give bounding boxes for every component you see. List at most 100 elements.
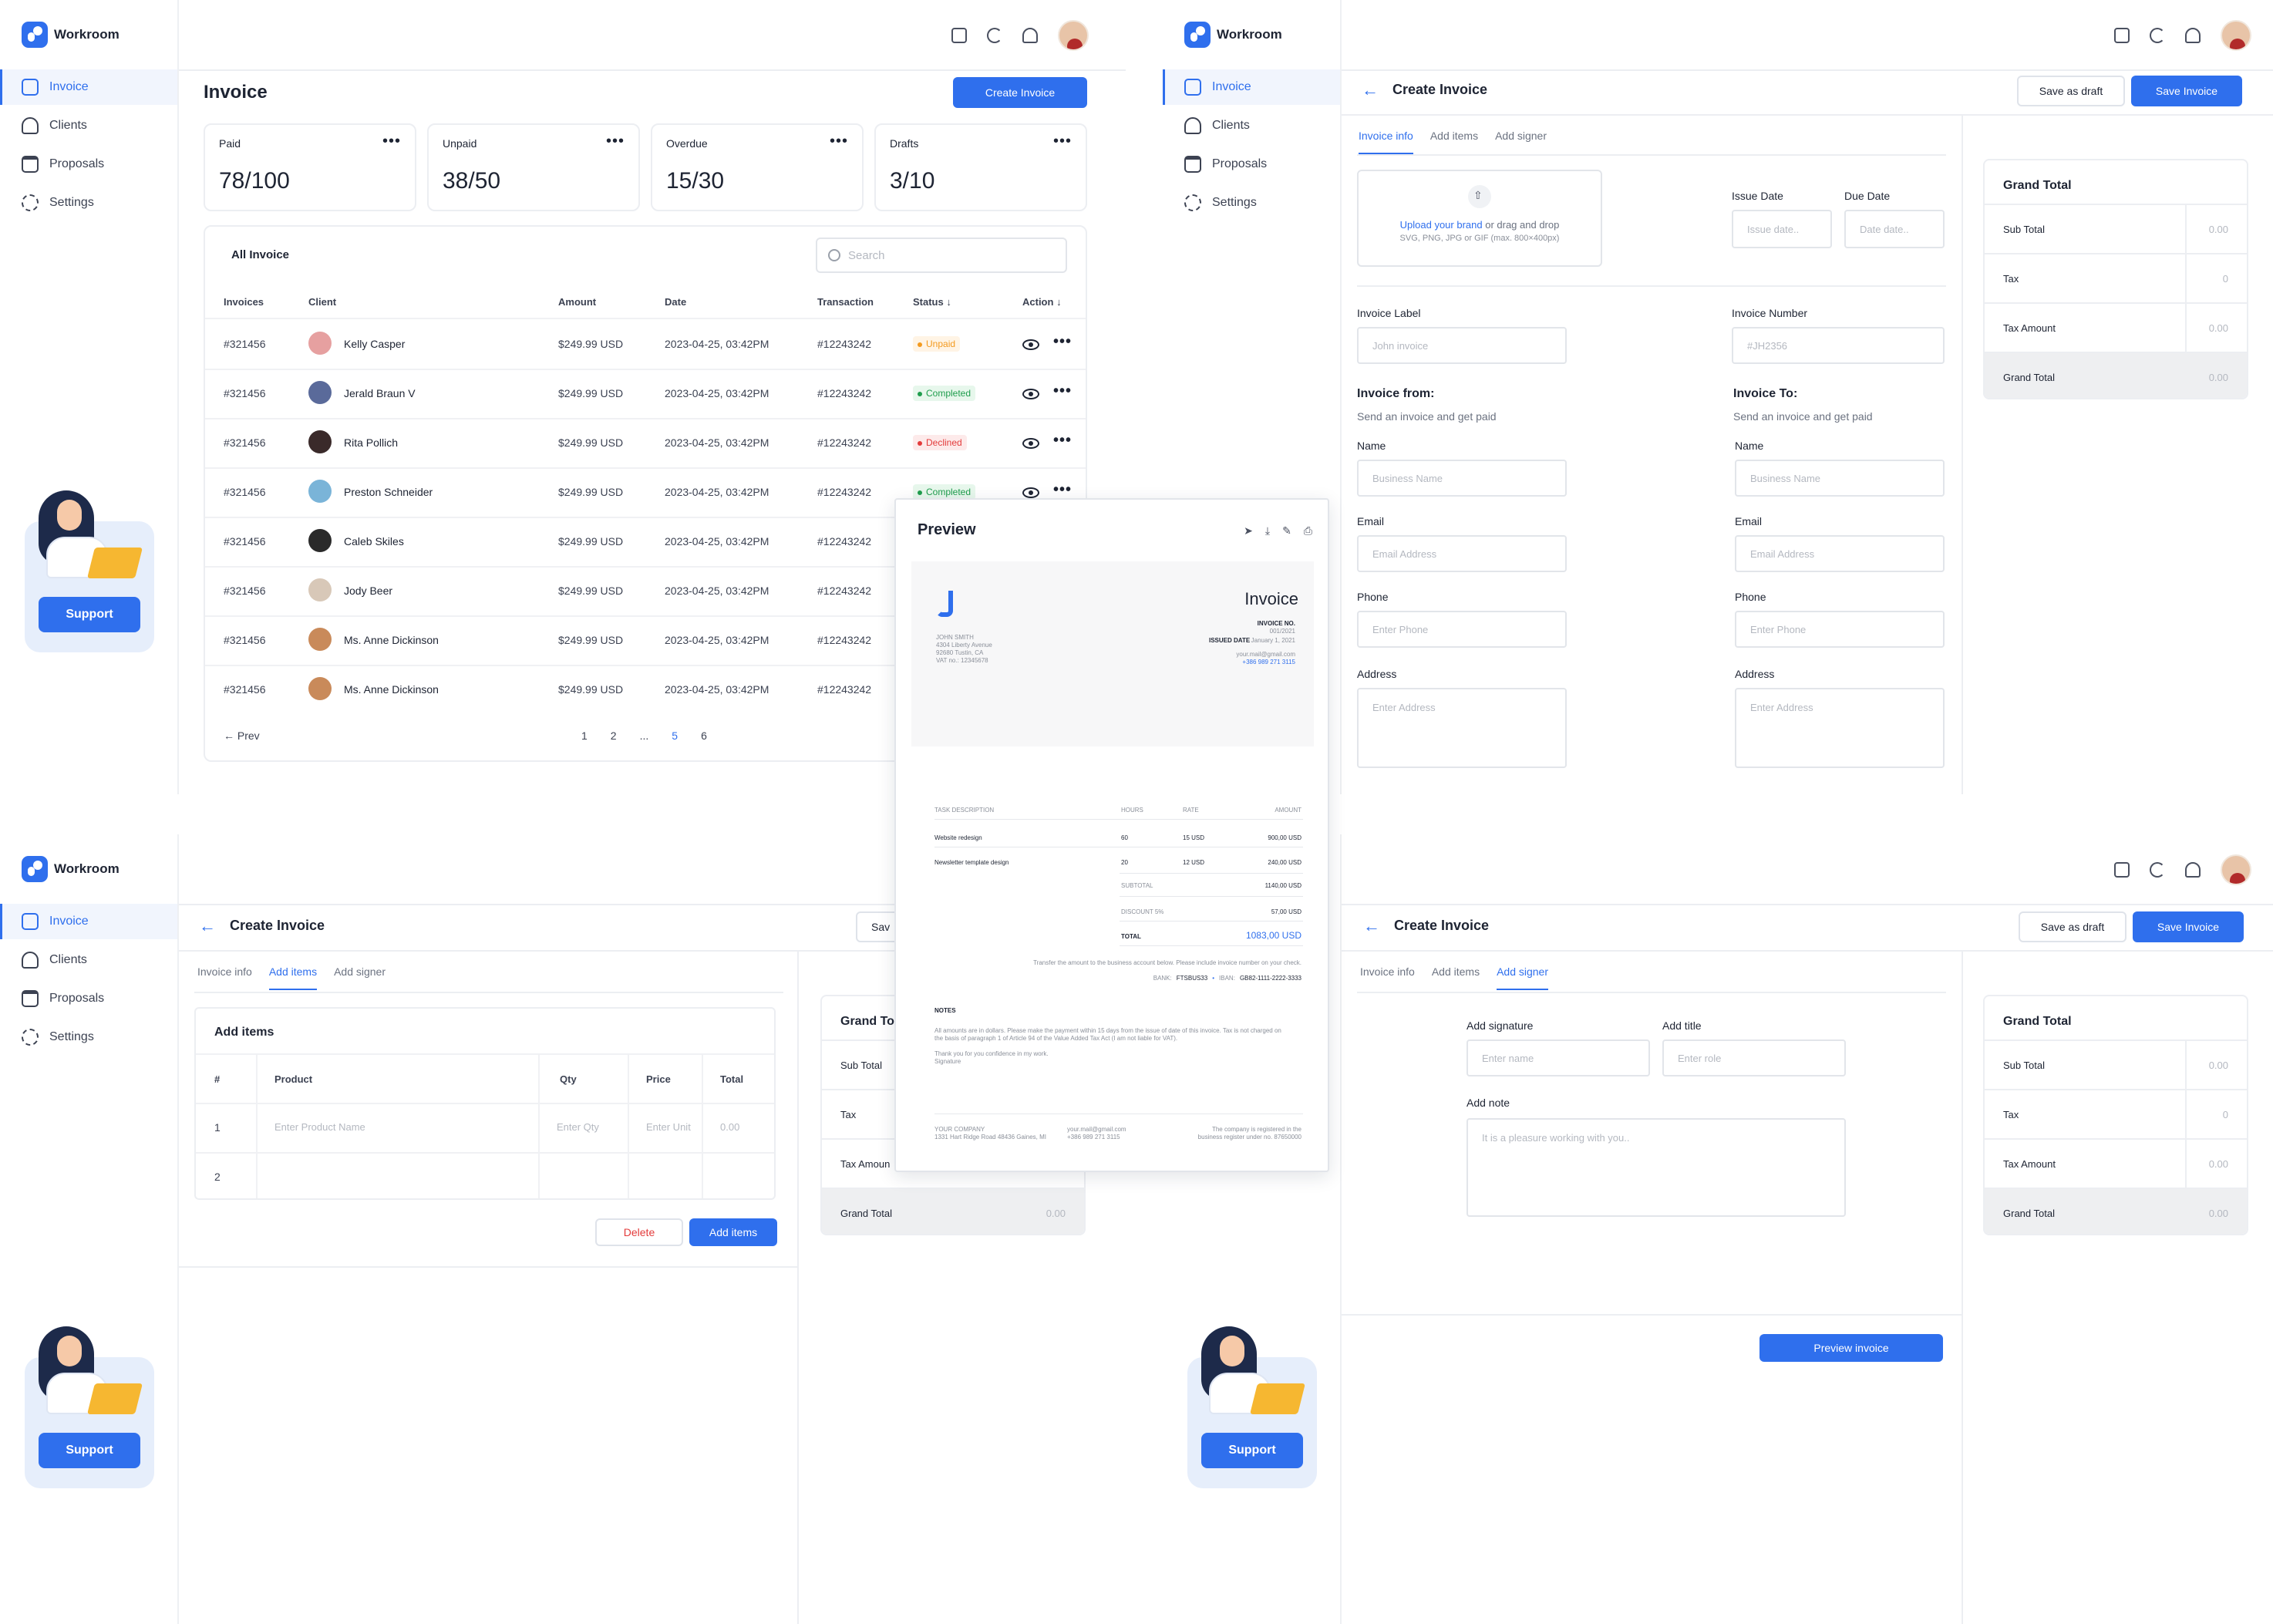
delete-button[interactable]: Delete — [595, 1218, 683, 1246]
save-draft-button[interactable]: Save as draft — [2017, 76, 2125, 106]
from-name-input[interactable]: Business Name — [1357, 460, 1567, 497]
user-avatar[interactable] — [2221, 854, 2251, 885]
app-logo[interactable]: Workroom — [22, 856, 120, 882]
unit-price-input[interactable]: Enter Unit — [646, 1121, 691, 1133]
preview-invoice-button[interactable]: Preview invoice — [1759, 1334, 1943, 1362]
invoice-id[interactable]: #321456 — [224, 585, 266, 597]
tab-add-signer[interactable]: Add signer — [334, 965, 386, 990]
tab-add-signer[interactable]: Add signer — [1497, 965, 1549, 990]
sidebar-item-clients[interactable]: Clients — [0, 942, 177, 978]
tab-invoice-info[interactable]: Invoice info — [1359, 130, 1413, 154]
back-arrow-icon[interactable]: ← — [1363, 916, 1380, 936]
back-arrow-icon[interactable]: ← — [1362, 80, 1379, 100]
signature-input[interactable]: Enter name — [1467, 1039, 1650, 1076]
invoice-id[interactable]: #321456 — [224, 486, 266, 498]
col-status[interactable]: Status ↓ — [913, 296, 951, 308]
sidebar-item-clients[interactable]: Clients — [0, 108, 177, 143]
tab-invoice-info[interactable]: Invoice info — [197, 965, 252, 990]
note-textarea[interactable]: It is a pleasure working with you.. — [1467, 1118, 1846, 1217]
invoice-id[interactable]: #321456 — [224, 338, 266, 350]
invoice-id[interactable]: #321456 — [224, 634, 266, 646]
upload-dropzone[interactable]: ⇧ Upload your brand or drag and drop SVG… — [1357, 170, 1602, 267]
title-input[interactable]: Enter role — [1662, 1039, 1846, 1076]
support-button[interactable]: Support — [39, 1433, 140, 1468]
bell-icon[interactable] — [1022, 28, 1038, 43]
support-button[interactable]: Support — [39, 597, 140, 632]
download-icon[interactable]: ⤓ — [1265, 524, 1270, 537]
page-5[interactable]: 5 — [672, 729, 678, 742]
tab-invoice-info[interactable]: Invoice info — [1360, 965, 1415, 990]
sidebar-item-proposals[interactable]: Proposals — [1163, 147, 1340, 182]
sidebar-item-proposals[interactable]: Proposals — [0, 981, 177, 1016]
back-arrow-icon[interactable]: ← — [199, 916, 216, 936]
from-phone-input[interactable]: Enter Phone — [1357, 611, 1567, 648]
eye-icon[interactable] — [1022, 339, 1039, 350]
to-name-input[interactable]: Business Name — [1735, 460, 1945, 497]
user-avatar[interactable] — [1058, 20, 1089, 51]
sidebar-item-proposals[interactable]: Proposals — [0, 147, 177, 182]
fullscreen-icon[interactable] — [951, 28, 967, 43]
fullscreen-icon[interactable] — [2114, 28, 2130, 43]
page-2[interactable]: 2 — [611, 729, 617, 742]
add-items-button[interactable]: Add items — [689, 1218, 777, 1246]
invoice-label-input[interactable]: John invoice — [1357, 327, 1567, 364]
from-email-input[interactable]: Email Address — [1357, 535, 1567, 572]
eye-icon[interactable] — [1022, 389, 1039, 399]
more-icon[interactable]: ••• — [1053, 333, 1072, 351]
eye-icon[interactable] — [1022, 438, 1039, 449]
col-action[interactable]: Action ↓ — [1022, 296, 1062, 308]
to-phone-input[interactable]: Enter Phone — [1735, 611, 1945, 648]
sidebar-item-invoice[interactable]: Invoice — [1163, 69, 1340, 105]
page-1[interactable]: 1 — [581, 729, 588, 742]
sidebar-item-settings[interactable]: Settings — [1163, 185, 1340, 221]
save-invoice-button[interactable]: Save Invoice — [2133, 911, 2244, 942]
prev-button[interactable]: ← Prev — [224, 729, 260, 742]
support-button[interactable]: Support — [1201, 1433, 1303, 1468]
more-icon[interactable]: ••• — [1053, 432, 1072, 450]
bell-icon[interactable] — [2185, 28, 2201, 43]
more-icon[interactable]: ••• — [1053, 133, 1072, 150]
tab-add-signer[interactable]: Add signer — [1495, 130, 1547, 154]
upload-link[interactable]: Upload your brand — [1400, 219, 1483, 231]
tab-add-items[interactable]: Add items — [1430, 130, 1478, 154]
tab-add-items[interactable]: Add items — [1432, 965, 1480, 990]
save-draft-button[interactable]: Save as draft — [2019, 911, 2127, 942]
sidebar-item-invoice[interactable]: Invoice — [0, 69, 177, 105]
issue-date-input[interactable]: Issue date.. — [1732, 210, 1832, 248]
user-avatar[interactable] — [2221, 20, 2251, 51]
app-logo[interactable]: Workroom — [22, 22, 120, 48]
invoice-id[interactable]: #321456 — [224, 436, 266, 449]
sidebar-item-clients[interactable]: Clients — [1163, 108, 1340, 143]
more-icon[interactable]: ••• — [382, 133, 401, 150]
to-email-input[interactable]: Email Address — [1735, 535, 1945, 572]
bell-icon[interactable] — [2185, 862, 2201, 878]
sidebar-item-settings[interactable]: Settings — [0, 1019, 177, 1055]
more-icon[interactable]: ••• — [606, 133, 625, 150]
search-input[interactable]: Search — [816, 238, 1067, 273]
create-invoice-button[interactable]: Create Invoice — [953, 77, 1087, 108]
product-name-input[interactable]: Enter Product Name — [274, 1121, 365, 1133]
due-date-input[interactable]: Date date.. — [1844, 210, 1945, 248]
moon-icon[interactable] — [987, 28, 1002, 43]
sidebar-item-settings[interactable]: Settings — [0, 185, 177, 221]
to-address-input[interactable]: Enter Address — [1735, 688, 1945, 768]
page-6[interactable]: 6 — [701, 729, 707, 742]
eye-icon[interactable] — [1022, 487, 1039, 498]
tab-add-items[interactable]: Add items — [268, 965, 318, 990]
more-icon[interactable]: ••• — [1053, 481, 1072, 499]
invoice-id[interactable]: #321456 — [224, 535, 266, 548]
moon-icon[interactable] — [2150, 28, 2165, 43]
from-address-input[interactable]: Enter Address — [1357, 688, 1567, 768]
send-icon[interactable]: ➤ — [1244, 524, 1253, 537]
more-icon[interactable]: ••• — [830, 133, 848, 150]
save-invoice-button[interactable]: Save Invoice — [2131, 76, 2242, 106]
edit-icon[interactable]: ✎ — [1282, 524, 1291, 537]
qty-input[interactable]: Enter Qty — [557, 1121, 599, 1133]
sidebar-item-invoice[interactable]: Invoice — [0, 904, 177, 939]
fullscreen-icon[interactable] — [2114, 862, 2130, 878]
print-icon[interactable]: ⎙ — [1304, 524, 1312, 537]
invoice-number-input[interactable]: #JH2356 — [1732, 327, 1945, 364]
invoice-id[interactable]: #321456 — [224, 387, 266, 399]
moon-icon[interactable] — [2150, 862, 2165, 878]
more-icon[interactable]: ••• — [1053, 382, 1072, 400]
